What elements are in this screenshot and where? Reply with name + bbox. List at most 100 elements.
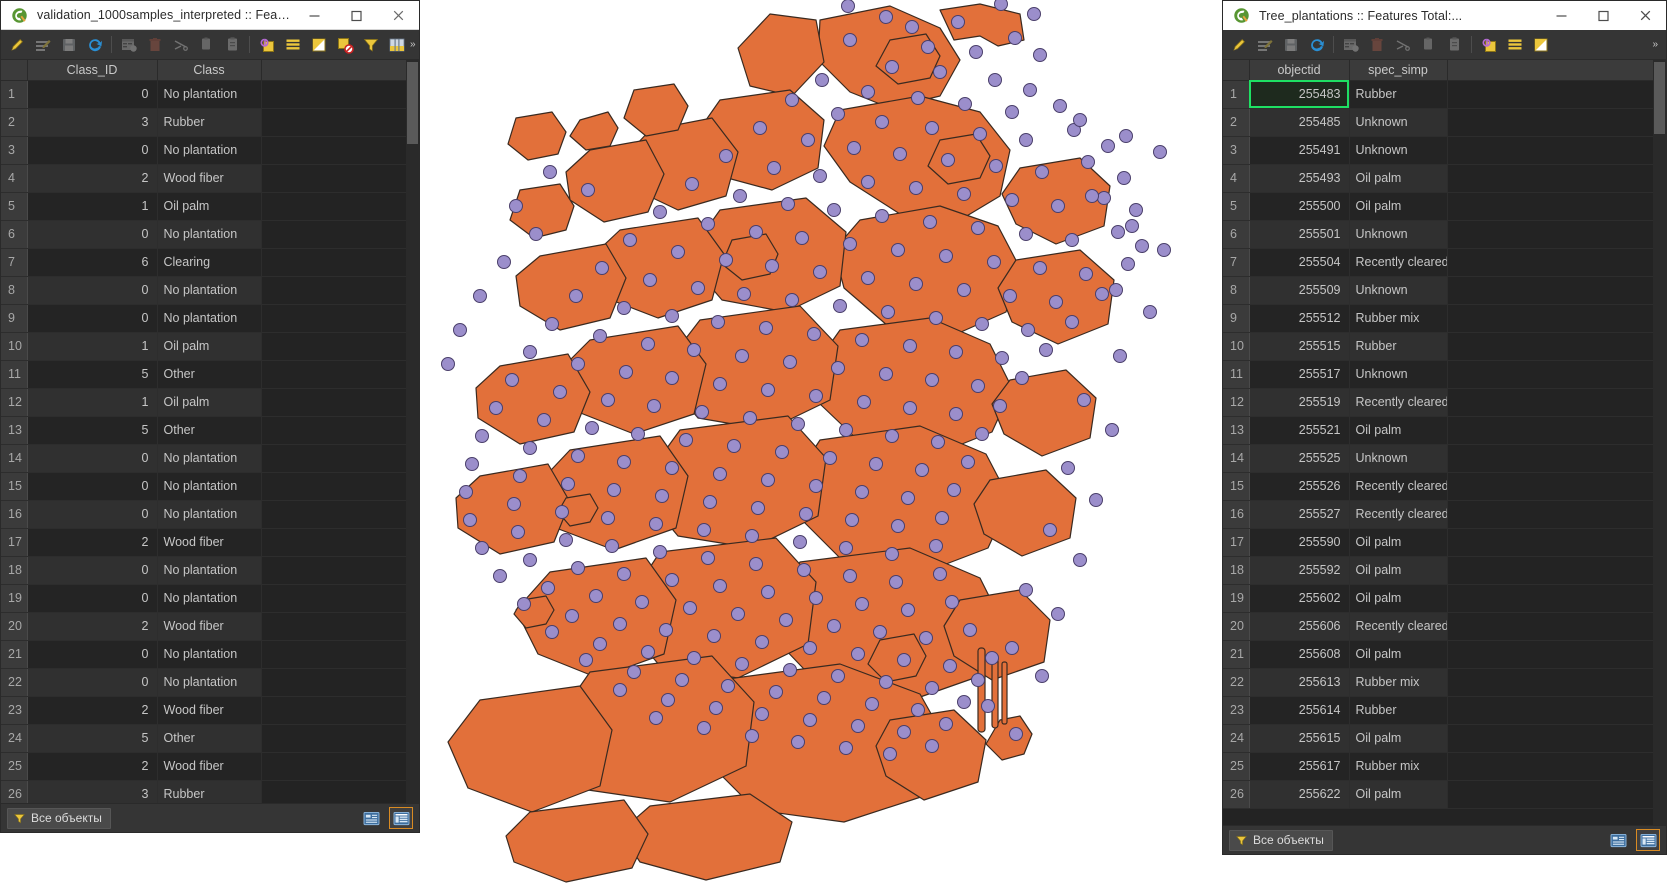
table-row[interactable]: 4 255493 Oil palm [1223,164,1666,193]
table-row[interactable]: 16 255527 Recently cleared [1223,500,1666,529]
row-number[interactable]: 18 [1223,556,1250,585]
cell-objectid[interactable]: 255501 [1249,220,1350,249]
cell-objectid[interactable]: 255527 [1249,500,1350,529]
table-row[interactable]: 22 255613 Rubber mix [1223,668,1666,697]
cell-class[interactable]: Other [157,724,262,753]
cell-class[interactable]: No plantation [157,276,262,305]
cell-class[interactable]: Wood fiber [157,528,262,557]
table-row[interactable]: 11 255517 Unknown [1223,360,1666,389]
cell-class[interactable]: No plantation [157,500,262,529]
table-row[interactable]: 23 255614 Rubber [1223,696,1666,725]
table-row[interactable]: 1 255483 Rubber [1223,80,1666,109]
row-number[interactable]: 12 [1,388,28,417]
table-row[interactable]: 18 255592 Oil palm [1223,556,1666,585]
cell-spec-simp[interactable]: Rubber [1349,80,1448,109]
cell-class-id[interactable]: 0 [27,444,158,473]
table-row[interactable]: 24 5 Other [1,724,419,753]
cell-spec-simp[interactable]: Recently cleared [1349,472,1448,501]
form-view-icon[interactable] [1606,829,1630,851]
row-number[interactable]: 4 [1,164,28,193]
refresh-icon[interactable] [1304,33,1329,57]
cell-objectid[interactable]: 255525 [1249,444,1350,473]
table-row[interactable]: 8 0 No plantation [1,276,419,305]
left-statusbar[interactable]: Все объекты [1,803,419,832]
cell-spec-simp[interactable]: Rubber mix [1349,304,1448,333]
cell-class[interactable]: Rubber [157,108,262,137]
table-row[interactable]: 17 255590 Oil palm [1223,528,1666,557]
cell-class[interactable]: Other [157,360,262,389]
cell-class-id[interactable]: 0 [27,668,158,697]
scrollbar-thumb[interactable] [1654,62,1665,134]
table-row[interactable]: 26 255622 Oil palm [1223,780,1666,809]
column-header-objectid[interactable]: objectid [1249,60,1350,81]
cell-objectid[interactable]: 255608 [1249,640,1350,669]
table-row[interactable]: 3 0 No plantation [1,136,419,165]
table-row[interactable]: 8 255509 Unknown [1223,276,1666,305]
invert-selection-icon[interactable] [1528,33,1553,57]
cell-objectid[interactable]: 255526 [1249,472,1350,501]
cell-class[interactable]: Oil palm [157,388,262,417]
cell-spec-simp[interactable]: Oil palm [1349,780,1448,809]
row-number[interactable]: 1 [1223,80,1250,109]
right-attribute-table[interactable]: objectid spec_simp 1 255483 Rubber 2 255485… [1223,60,1666,809]
cell-class-id[interactable]: 0 [27,80,158,109]
cell-objectid[interactable]: 255519 [1249,388,1350,417]
table-row[interactable]: 24 255615 Oil palm [1223,724,1666,753]
pencil-icon[interactable] [1226,33,1251,57]
cell-class[interactable]: No plantation [157,556,262,585]
cell-class[interactable]: No plantation [157,584,262,613]
table-row[interactable]: 18 0 No plantation [1,556,419,585]
table-row[interactable]: 2 255485 Unknown [1223,108,1666,137]
table-row[interactable]: 21 0 No plantation [1,640,419,669]
table-row[interactable]: 16 0 No plantation [1,500,419,529]
toolbar-overflow-right[interactable]: » [1652,39,1663,50]
right-table-vertical-scrollbar[interactable] [1653,60,1666,825]
table-row[interactable]: 15 0 No plantation [1,472,419,501]
column-header-spec-simp[interactable]: spec_simp [1349,60,1448,81]
cell-class-id[interactable]: 3 [27,108,158,137]
cell-objectid[interactable]: 255500 [1249,192,1350,221]
attribute-table-window-right[interactable]: Tree_plantations :: Features Total:... »… [1222,0,1667,855]
row-number[interactable]: 20 [1223,612,1250,641]
table-row[interactable]: 9 0 No plantation [1,304,419,333]
cell-spec-simp[interactable]: Rubber [1349,332,1448,361]
cell-spec-simp[interactable]: Recently cleared [1349,612,1448,641]
left-table-container[interactable]: Class_ID Class 1 0 No plantation 2 3 Rubber … [1,60,419,803]
cell-class-id[interactable]: 0 [27,220,158,249]
row-number[interactable]: 4 [1223,164,1250,193]
row-number[interactable]: 16 [1,500,28,529]
form-view-icon[interactable] [359,807,383,829]
cell-class-id[interactable]: 0 [27,584,158,613]
row-number[interactable]: 17 [1223,528,1250,557]
table-row[interactable]: 25 2 Wood fiber [1,752,419,781]
cell-class-id[interactable]: 0 [27,556,158,585]
row-number[interactable]: 16 [1223,500,1250,529]
maximize-button[interactable] [335,1,377,30]
row-number[interactable]: 5 [1223,192,1250,221]
cell-class-id[interactable]: 1 [27,388,158,417]
row-number[interactable]: 10 [1223,332,1250,361]
right-table-container[interactable]: objectid spec_simp 1 255483 Rubber 2 255485… [1223,60,1666,825]
row-number[interactable]: 11 [1,360,28,389]
table-row[interactable]: 5 1 Oil palm [1,192,419,221]
row-number[interactable]: 2 [1223,108,1250,137]
select-expression-icon[interactable] [1476,33,1501,57]
table-row[interactable]: 21 255608 Oil palm [1223,640,1666,669]
cell-class-id[interactable]: 6 [27,248,158,277]
select-all-icon[interactable] [280,33,305,57]
row-number[interactable]: 24 [1223,724,1250,753]
table-row[interactable]: 13 5 Other [1,416,419,445]
cell-spec-simp[interactable]: Oil palm [1349,416,1448,445]
cell-objectid[interactable]: 255617 [1249,752,1350,781]
row-number[interactable]: 11 [1223,360,1250,389]
table-view-icon[interactable] [1636,829,1660,851]
cell-class[interactable]: Wood fiber [157,612,262,641]
row-number[interactable]: 24 [1,724,28,753]
cell-spec-simp[interactable]: Unknown [1349,220,1448,249]
row-number[interactable]: 13 [1223,416,1250,445]
cell-spec-simp[interactable]: Recently cleared [1349,500,1448,529]
table-row[interactable]: 7 6 Clearing [1,248,419,277]
cell-class-id[interactable]: 0 [27,276,158,305]
cell-spec-simp[interactable]: Oil palm [1349,164,1448,193]
table-view-icon[interactable] [389,807,413,829]
